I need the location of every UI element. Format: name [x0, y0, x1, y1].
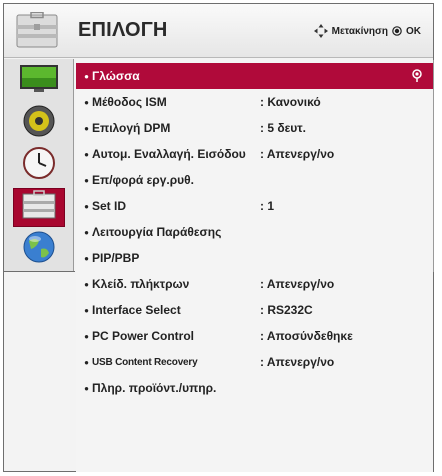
toolbox-icon [14, 11, 60, 50]
menu-item-label: Λειτουργία Παράθεσης [92, 225, 222, 239]
menu-item-auto-input-switch[interactable]: ● Αυτομ. Εναλλαγή. Εισόδου : Απενεργ/νο [76, 141, 433, 167]
menu-item-dpm-select[interactable]: ● Επιλογή DPM : 5 δευτ. [76, 115, 433, 141]
tv-picture-icon [19, 64, 59, 99]
menu-item-label: Κλείδ. πλήκτρων [92, 277, 190, 291]
sidebar-item-audio[interactable] [13, 104, 65, 143]
menu-item-value: : Απενεργ/νο [260, 355, 335, 369]
sidebar-right-border [433, 60, 434, 272]
navigation-hint: Μετακίνηση OK [313, 24, 421, 38]
menu-item-language[interactable]: ● Γλώσσα [76, 63, 433, 89]
bullet-icon: ● [84, 253, 89, 263]
selection-indicator-icon [411, 69, 423, 83]
menu-item-label: Αυτομ. Εναλλαγή. Εισόδου [92, 147, 246, 161]
menu-item-value: : 1 [260, 199, 275, 213]
sidebar-bottom-border [4, 271, 75, 272]
bullet-icon: ● [84, 305, 89, 315]
menu-item-value: : Απενεργ/νο [260, 147, 335, 161]
bullet-icon: ● [84, 149, 89, 159]
menu-item-value: : 5 δευτ. [260, 121, 306, 135]
menu-item-pip-pbp[interactable]: ● PIP/PBP [76, 245, 433, 271]
menu-item-label: Interface Select [92, 303, 181, 317]
menu-item-value: : RS232C [260, 303, 313, 317]
menu-item-tile-mode[interactable]: ● Λειτουργία Παράθεσης [76, 219, 433, 245]
navigate-hint-label: Μετακίνηση [331, 25, 388, 37]
ok-hint-label: OK [406, 25, 421, 37]
osd-menu-window: ΕΠΙΛΟΓΗ Μετακίνηση OK ● Γλώσσα ● Μέθοδος… [3, 3, 434, 472]
header-bar: ΕΠΙΛΟΓΗ Μετακίνηση OK [4, 4, 433, 58]
menu-item-label: Πληρ. προϊόντ./υπηρ. [92, 381, 217, 395]
option-menu-list: ● Γλώσσα ● Μέθοδος ISM : Κανονικό ● Επιλ… [76, 60, 433, 472]
menu-item-label: PIP/PBP [92, 251, 140, 265]
ok-button-icon [392, 26, 402, 36]
bullet-icon: ● [84, 357, 89, 367]
globe-icon [21, 229, 57, 270]
toolbox-icon [21, 190, 57, 225]
menu-item-label: Set ID [92, 199, 127, 213]
menu-item-usb-content-recovery[interactable]: ● USB Content Recovery : Απενεργ/νο [76, 349, 433, 375]
bullet-icon: ● [84, 227, 89, 237]
menu-item-label: USB Content Recovery [92, 356, 198, 368]
menu-item-key-lock[interactable]: ● Κλείδ. πλήκτρων : Απενεργ/νο [76, 271, 433, 297]
speaker-icon [21, 103, 57, 144]
bullet-icon: ● [84, 97, 89, 107]
bullet-icon: ● [84, 71, 89, 81]
sidebar-item-time[interactable] [13, 146, 65, 185]
menu-item-label: PC Power Control [92, 329, 195, 343]
menu-item-label: Επ/φορά εργ.ρυθ. [92, 173, 194, 187]
bullet-icon: ● [84, 331, 89, 341]
sidebar-item-picture[interactable] [13, 62, 65, 101]
menu-item-value: : Κανονικό [260, 95, 321, 109]
menu-item-product-service-info[interactable]: ● Πληρ. προϊόντ./υπηρ. [76, 375, 433, 401]
bullet-icon: ● [84, 201, 89, 211]
menu-item-ism-method[interactable]: ● Μέθοδος ISM : Κανονικό [76, 89, 433, 115]
bullet-icon: ● [84, 279, 89, 289]
bullet-icon: ● [84, 175, 89, 185]
menu-item-pc-power-control[interactable]: ● PC Power Control : Αποσύνδεθηκε [76, 323, 433, 349]
menu-item-label: Γλώσσα [92, 69, 140, 83]
menu-item-set-id[interactable]: ● Set ID : 1 [76, 193, 433, 219]
menu-item-factory-reset[interactable]: ● Επ/φορά εργ.ρυθ. [76, 167, 433, 193]
menu-item-label: Μέθοδος ISM [92, 95, 167, 109]
bullet-icon: ● [84, 123, 89, 133]
menu-item-interface-select[interactable]: ● Interface Select : RS232C [76, 297, 433, 323]
menu-item-label: Επιλογή DPM [92, 121, 171, 135]
page-title: ΕΠΙΛΟΓΗ [78, 19, 168, 41]
bullet-icon: ● [84, 383, 89, 393]
navigate-arrows-icon [313, 24, 328, 38]
category-sidebar [4, 59, 74, 271]
menu-item-value: : Αποσύνδεθηκε [260, 329, 353, 343]
sidebar-item-option[interactable] [13, 188, 65, 227]
clock-icon [21, 145, 57, 186]
sidebar-item-network[interactable] [13, 230, 65, 269]
menu-item-value: : Απενεργ/νο [260, 277, 335, 291]
